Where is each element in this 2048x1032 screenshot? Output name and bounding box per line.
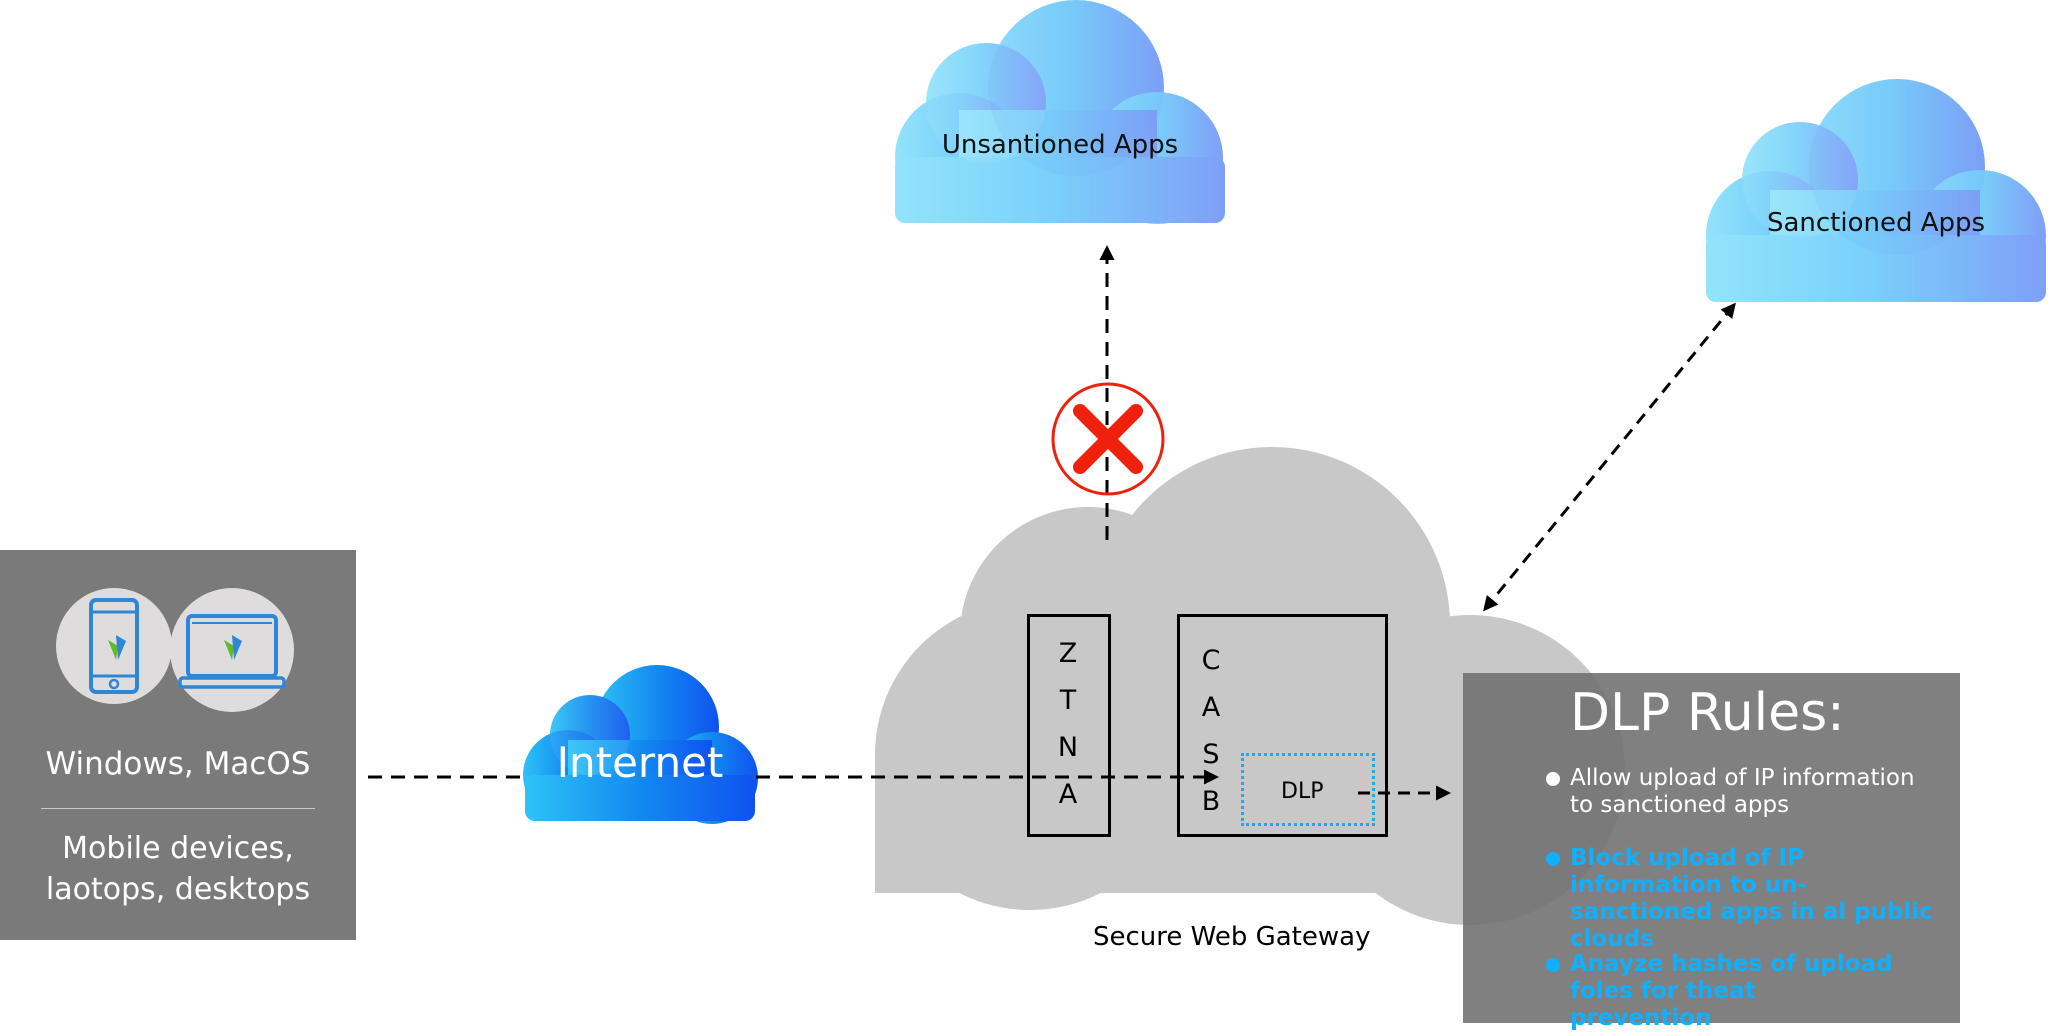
dlp-rules-panel: DLP Rules: Allow upload of IP informatio…: [1463, 673, 1960, 1031]
rule-text: Anayze hashes of upload foles for theat …: [1570, 951, 1893, 1031]
casb-letter: S: [1202, 739, 1220, 770]
dlp-rules-title: DLP Rules:: [1570, 683, 1845, 743]
bullet-icon: [1546, 958, 1560, 972]
secure-web-gateway-label: Secure Web Gateway: [1093, 922, 1371, 952]
divider: [41, 808, 315, 809]
rule-text: Allow upload of IP information to sancti…: [1570, 765, 1915, 818]
bullet-icon: [1546, 852, 1560, 866]
blocked-x-icon: [1051, 382, 1165, 496]
smartphone-icon: [56, 588, 172, 704]
rule-allow-sanctioned: Allow upload of IP information to sancti…: [1546, 765, 1940, 819]
laptop-icon: [170, 588, 294, 712]
ztna-letter: A: [1058, 779, 1078, 810]
rule-analyze-hashes: Anayze hashes of upload foles for theat …: [1546, 951, 1900, 1032]
sanctioned-apps-label: Sanctioned Apps: [1766, 208, 1986, 238]
platforms-label: Windows, MacOS: [45, 746, 311, 782]
devices-panel: Windows, MacOS Mobile devices, laotops, …: [0, 550, 356, 940]
unsanctioned-apps-cloud: [895, 0, 1225, 224]
internet-label: Internet: [556, 738, 724, 787]
unsanctioned-apps-label: Unsantioned Apps: [941, 130, 1179, 160]
ztna-letter: T: [1059, 685, 1077, 716]
casb-letter: A: [1201, 692, 1221, 723]
casb-letter: C: [1201, 645, 1221, 676]
ztna-letter: Z: [1058, 638, 1078, 669]
rule-text: Block upload of IP information to un-san…: [1570, 845, 1933, 952]
dlp-module-label: DLP: [1281, 779, 1324, 804]
gateway-sanctioned-bidirectional-arrow: [1483, 302, 1736, 612]
sanctioned-apps-cloud: [1706, 79, 2046, 302]
casb-letter: B: [1201, 786, 1221, 817]
ztna-letter: N: [1057, 732, 1079, 763]
rule-block-unsanctioned: Block upload of IP information to un-san…: [1546, 845, 1940, 953]
device-types-label: Mobile devices, laotops, desktops: [45, 831, 311, 907]
bullet-icon: [1546, 772, 1560, 786]
